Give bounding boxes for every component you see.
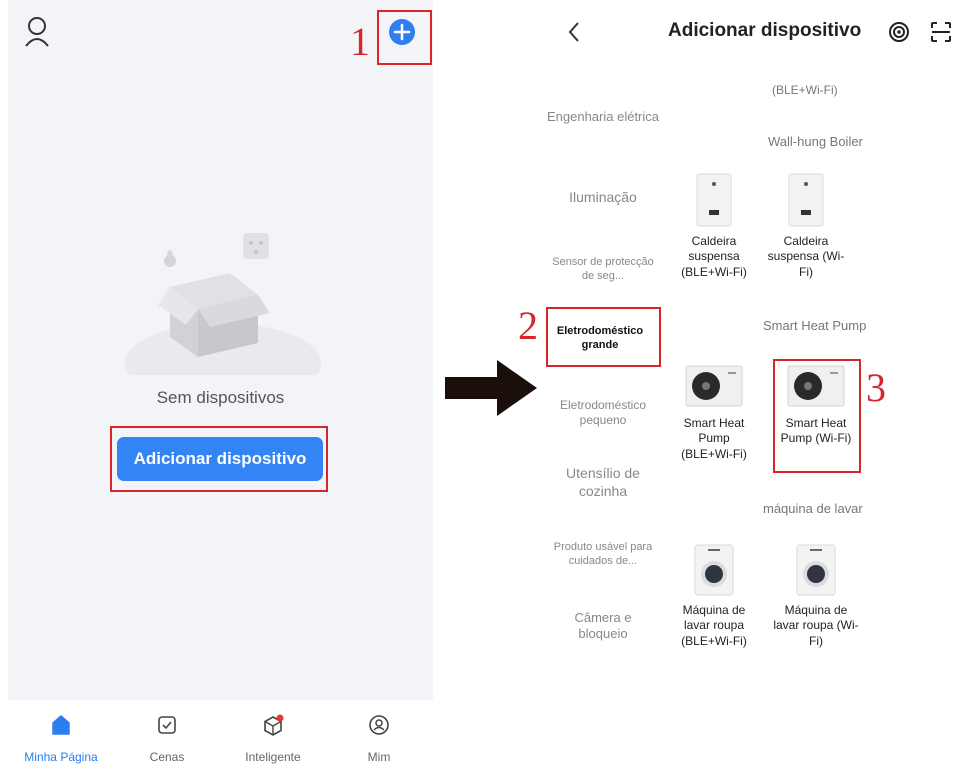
tab-cenas[interactable]: Cenas [114, 700, 220, 765]
product-maquina-lavar-ble-wifi[interactable]: Máquina de lavar roupa (BLE+Wi-Fi) [671, 543, 757, 649]
tab-label: Inteligente [245, 750, 301, 764]
smart-cube-icon [264, 714, 284, 736]
bottom-tab-bar: Minha Página Cenas Inteligente Mim [8, 700, 433, 765]
product-heat-pump-ble-wifi[interactable]: Smart Heat Pump (BLE+Wi-Fi) [671, 362, 757, 462]
highlight-box-plus [377, 10, 432, 65]
step-marker-2: 2 [518, 303, 538, 348]
product-label: Smart Heat Pump (BLE+Wi-Fi) [681, 416, 747, 461]
product-label: Caldeira suspensa (BLE+Wi-Fi) [681, 234, 747, 279]
profile-icon[interactable] [24, 16, 52, 48]
category-produto-usavel[interactable]: Produto usável para cuidados de... [538, 541, 668, 569]
product-label: Máquina de lavar roupa (Wi-Fi) [773, 603, 859, 648]
boiler-image [788, 173, 824, 227]
tab-mim[interactable]: Mim [326, 700, 432, 765]
heat-pump-image [685, 365, 743, 407]
tab-label: Mim [367, 750, 391, 764]
tab-label: Minha Página [24, 750, 98, 764]
cut-off-text: (BLE+Wi-Fi) [772, 83, 838, 97]
washing-machine-image [796, 544, 836, 596]
boiler-image [696, 173, 732, 227]
home-screen: Sem dispositivos Adicionar dispositivo M… [8, 0, 433, 765]
back-chevron-icon[interactable] [566, 20, 582, 44]
right-arrow-icon [445, 360, 537, 416]
add-device-screen: Adicionar dispositivo Engenharia elétric… [538, 0, 966, 765]
category-eletrodomestico-pequeno[interactable]: Eletrodoméstico pequeno [538, 398, 668, 428]
scene-checkbox-icon [158, 716, 176, 734]
washing-machine-image [694, 544, 734, 596]
product-label: Máquina de lavar roupa (BLE+Wi-Fi) [681, 603, 747, 648]
category-camera-bloqueio[interactable]: Câmera e bloqueio [560, 610, 646, 643]
step-marker-3: 3 [866, 365, 886, 410]
category-sensor[interactable]: Sensor de protecção de seg... [548, 256, 658, 284]
tab-inteligente[interactable]: Inteligente [220, 700, 326, 765]
product-label: Caldeira suspensa (Wi-Fi) [767, 234, 845, 279]
tab-label: Cenas [149, 750, 185, 764]
qr-scan-icon[interactable] [930, 21, 952, 43]
step-marker-1: 1 [350, 19, 370, 64]
empty-box-illustration [125, 233, 321, 375]
category-iluminacao[interactable]: Iluminação [538, 189, 668, 207]
category-utensilio-cozinha[interactable]: Utensílio de cozinha [558, 465, 648, 500]
section-title-wall-hung-boiler: Wall-hung Boiler [768, 134, 863, 149]
page-title: Adicionar dispositivo [668, 20, 862, 41]
section-title-smart-heat-pump: Smart Heat Pump [763, 318, 867, 333]
user-circle-icon [369, 715, 389, 735]
scan-nearby-icon[interactable] [888, 21, 910, 43]
home-icon [52, 715, 70, 735]
product-caldeira-wifi[interactable]: Caldeira suspensa (Wi-Fi) [763, 170, 849, 280]
tab-minha-pagina[interactable]: Minha Página [8, 700, 114, 765]
highlight-box-category [546, 307, 661, 367]
section-title-maquina-de-lavar: máquina de lavar [763, 501, 863, 516]
product-maquina-lavar-wifi[interactable]: Máquina de lavar roupa (Wi-Fi) [773, 543, 859, 649]
empty-state-text: Sem dispositivos [156, 388, 285, 407]
highlight-box-heat-pump [773, 359, 861, 473]
highlight-box-add-device [110, 426, 328, 492]
product-caldeira-ble-wifi[interactable]: Caldeira suspensa (BLE+Wi-Fi) [671, 170, 757, 280]
category-engenharia-eletrica[interactable]: Engenharia elétrica [538, 109, 668, 125]
